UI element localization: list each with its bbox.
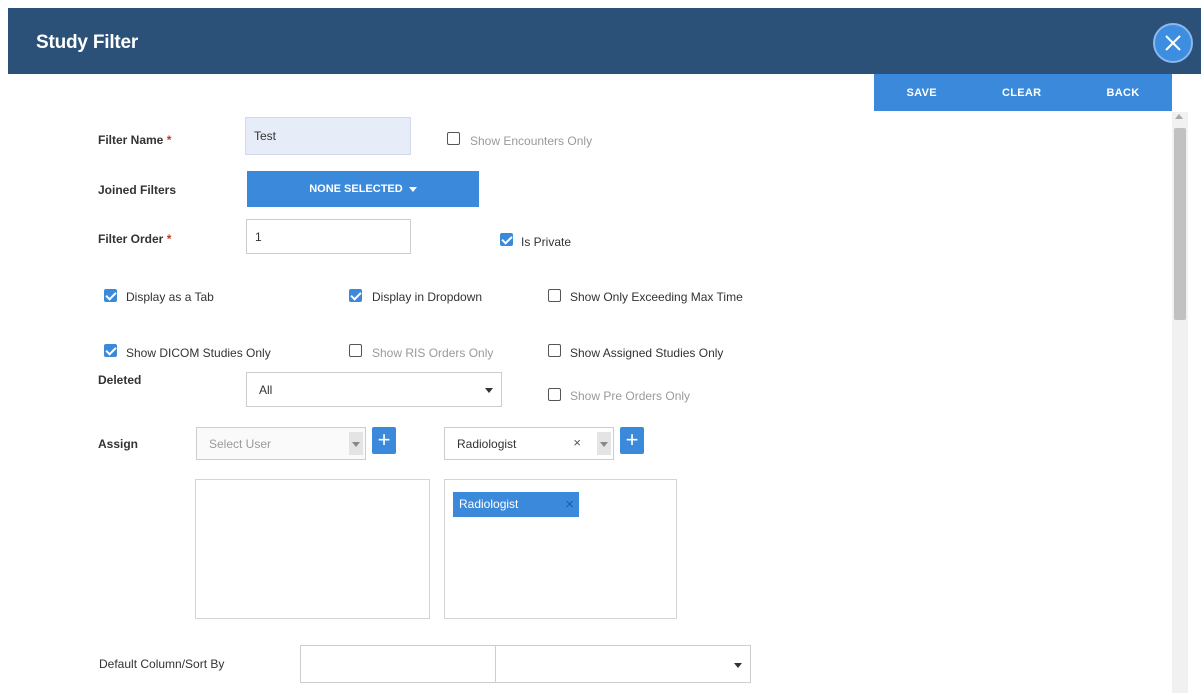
deleted-select[interactable]: All (246, 372, 502, 407)
chevron-down-icon (734, 663, 742, 668)
scroll-up-arrow-icon[interactable] (1175, 114, 1183, 119)
display-as-tab-checkbox[interactable] (104, 289, 117, 302)
add-role-button[interactable]: + (620, 427, 644, 454)
deleted-select-value: All (259, 382, 273, 397)
dialog-header: Study Filter (8, 8, 1201, 74)
dialog-title: Study Filter (36, 32, 139, 53)
chevron-down-icon (485, 388, 493, 393)
role-chip: Radiologist × (453, 492, 579, 517)
show-only-exceeding-max-time-label: Show Only Exceeding Max Time (570, 290, 743, 304)
select-user-dropdown[interactable]: Select User (196, 427, 366, 460)
scrollbar-thumb[interactable] (1174, 128, 1186, 320)
filter-name-label-text: Filter Name (98, 133, 164, 147)
show-encounters-only-checkbox[interactable] (447, 132, 460, 145)
default-column-sort-by-label: Default Column/Sort By (99, 657, 225, 671)
is-private-checkbox[interactable] (500, 233, 513, 246)
assigned-roles-list[interactable]: Radiologist × (444, 479, 677, 619)
filter-order-label-text: Filter Order (98, 232, 164, 246)
remove-chip-icon[interactable]: × (565, 492, 574, 517)
joined-filters-dropdown-button[interactable]: NONE SELECTED (247, 171, 479, 207)
back-button[interactable]: BACK (1106, 87, 1139, 99)
chevron-down-icon (600, 442, 608, 447)
show-pre-orders-only-label: Show Pre Orders Only (570, 389, 691, 403)
display-in-dropdown-checkbox[interactable] (349, 289, 362, 302)
assign-label: Assign (98, 437, 139, 451)
show-dicom-studies-only-label: Show DICOM Studies Only (126, 346, 271, 360)
filter-name-label: Filter Name * (98, 133, 171, 147)
show-pre-orders-only-checkbox[interactable] (548, 388, 561, 401)
joined-filters-label: Joined Filters (98, 183, 177, 197)
joined-filters-button-label: NONE SELECTED (309, 183, 403, 195)
is-private-label: Is Private (521, 235, 572, 249)
required-mark: * (166, 232, 172, 246)
clear-selection-icon[interactable]: × (573, 435, 581, 450)
required-mark: * (166, 133, 172, 147)
select-role-value: Radiologist (457, 436, 517, 451)
chevron-down-icon (352, 442, 360, 447)
close-button[interactable] (1153, 23, 1193, 63)
save-button[interactable]: SAVE (907, 87, 937, 99)
deleted-label: Deleted (98, 373, 142, 387)
display-as-tab-label: Display as a Tab (126, 290, 214, 304)
close-icon (1165, 35, 1181, 51)
action-bar: SAVE CLEAR BACK (874, 74, 1172, 111)
display-in-dropdown-label: Display in Dropdown (372, 290, 483, 304)
show-assigned-studies-only-checkbox[interactable] (548, 344, 561, 357)
show-encounters-only-label: Show Encounters Only (470, 134, 593, 148)
show-dicom-studies-only-checkbox[interactable] (104, 344, 117, 357)
filter-order-label: Filter Order * (98, 232, 171, 246)
assigned-users-list[interactable] (195, 479, 430, 619)
role-chip-label: Radiologist (459, 497, 519, 511)
show-ris-orders-only-label: Show RIS Orders Only (372, 346, 494, 360)
chevron-down-icon (408, 186, 417, 192)
clear-button[interactable]: CLEAR (1002, 87, 1041, 99)
select-role-dropdown[interactable]: Radiologist × (444, 427, 614, 460)
filter-name-input[interactable] (245, 117, 411, 155)
filter-order-input[interactable] (246, 219, 411, 254)
sort-order-select[interactable] (495, 645, 751, 683)
select-user-placeholder: Select User (209, 436, 272, 451)
add-user-button[interactable]: + (372, 427, 396, 454)
show-only-exceeding-max-time-checkbox[interactable] (548, 289, 561, 302)
default-column-select[interactable] (300, 645, 496, 683)
show-ris-orders-only-checkbox[interactable] (349, 344, 362, 357)
show-assigned-studies-only-label: Show Assigned Studies Only (570, 346, 724, 360)
